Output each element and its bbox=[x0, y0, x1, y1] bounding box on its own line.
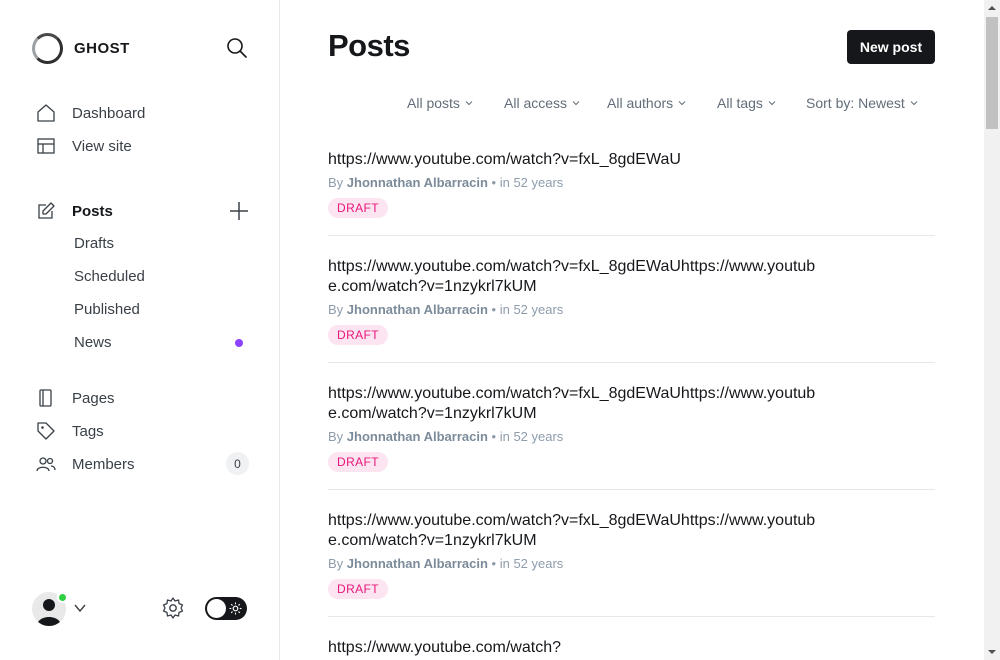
nav-dashboard[interactable]: Dashboard bbox=[36, 101, 145, 125]
toggle-knob bbox=[207, 599, 226, 618]
status-badge: DRAFT bbox=[328, 325, 388, 345]
post-meta: By Jhonnathan Albarracin • in 52 years bbox=[328, 430, 935, 444]
post-by: By bbox=[328, 429, 344, 444]
post-title[interactable]: https://www.youtube.com/watch?v=fxL_8gdE… bbox=[328, 150, 935, 170]
filter-sort[interactable]: Sort by: Newest bbox=[806, 95, 918, 111]
nav-posts[interactable]: Posts bbox=[36, 199, 113, 223]
post-author: Jhonnathan Albarracin bbox=[346, 175, 488, 190]
post-by: By bbox=[328, 175, 344, 190]
search-icon[interactable] bbox=[226, 37, 248, 59]
members-count-badge: 0 bbox=[226, 452, 249, 475]
brand[interactable]: GHOST bbox=[32, 32, 130, 64]
scrollbar[interactable] bbox=[984, 0, 1000, 660]
scroll-down-arrow-icon[interactable] bbox=[984, 644, 1000, 660]
gear-icon[interactable] bbox=[161, 596, 185, 620]
chevron-down-icon bbox=[678, 101, 686, 106]
post-title[interactable]: https://www.youtube.com/watch? bbox=[328, 638, 935, 658]
nav-pages[interactable]: Pages bbox=[36, 386, 115, 410]
main-content: Posts New post All posts All access All … bbox=[280, 0, 984, 660]
plus-icon[interactable] bbox=[228, 200, 250, 222]
filter-label: All posts bbox=[407, 95, 460, 111]
post-row[interactable]: https://www.youtube.com/watch?v=fxL_8gdE… bbox=[328, 150, 935, 236]
scrollbar-thumb[interactable] bbox=[986, 17, 998, 129]
nav-view-site-label: View site bbox=[72, 137, 132, 155]
chevron-down-icon bbox=[465, 101, 473, 106]
news-indicator-dot bbox=[235, 339, 243, 347]
chevron-down-icon bbox=[768, 101, 776, 106]
post-author: Jhonnathan Albarracin bbox=[346, 556, 488, 571]
filter-all-posts[interactable]: All posts bbox=[407, 95, 473, 111]
brand-name: GHOST bbox=[74, 39, 130, 57]
nav-members-label: Members bbox=[72, 455, 135, 473]
tag-icon bbox=[36, 421, 56, 441]
nav-news[interactable]: News bbox=[74, 332, 112, 354]
nav-tags-label: Tags bbox=[72, 422, 104, 440]
post-meta: By Jhonnathan Albarracin • in 52 years bbox=[328, 303, 935, 317]
post-by: By bbox=[328, 556, 344, 571]
post-row[interactable]: https://www.youtube.com/watch?v=fxL_8gdE… bbox=[328, 384, 935, 490]
post-time: in 52 years bbox=[499, 175, 564, 190]
page-title: Posts bbox=[328, 28, 410, 63]
nav-scheduled[interactable]: Scheduled bbox=[74, 266, 145, 288]
filter-label: All access bbox=[504, 95, 568, 111]
nav-dashboard-label: Dashboard bbox=[72, 104, 146, 122]
post-sep: • bbox=[491, 429, 497, 444]
filter-label: All tags bbox=[717, 95, 763, 111]
edit-icon bbox=[36, 201, 56, 221]
post-title[interactable]: https://www.youtube.com/watch?v=fxL_8gdE… bbox=[328, 511, 828, 551]
home-icon bbox=[36, 103, 56, 123]
page-icon bbox=[36, 388, 56, 408]
filter-label: All authors bbox=[607, 95, 674, 111]
filter-all-authors[interactable]: All authors bbox=[607, 95, 686, 111]
post-row[interactable]: https://www.youtube.com/watch?v=fxL_8gdE… bbox=[328, 511, 935, 617]
new-post-button[interactable]: New post bbox=[847, 30, 935, 64]
post-sep: • bbox=[491, 175, 497, 190]
nav-pages-label: Pages bbox=[72, 389, 115, 407]
chevron-down-icon[interactable] bbox=[73, 601, 87, 615]
filter-all-tags[interactable]: All tags bbox=[717, 95, 776, 111]
layout-icon bbox=[36, 136, 56, 156]
post-sep: • bbox=[491, 556, 497, 571]
post-meta: By Jhonnathan Albarracin • in 52 years bbox=[328, 557, 935, 571]
sidebar: GHOST Dashboard View site Posts Drafts S… bbox=[0, 0, 280, 660]
chevron-down-icon bbox=[910, 101, 918, 106]
filter-bar: All posts All access All authors All tag… bbox=[280, 95, 984, 115]
post-time: in 52 years bbox=[499, 429, 564, 444]
post-sep: • bbox=[491, 302, 497, 317]
post-time: in 52 years bbox=[499, 302, 564, 317]
post-by: By bbox=[328, 302, 344, 317]
post-row[interactable]: https://www.youtube.com/watch?v=fxL_8gdE… bbox=[328, 257, 935, 363]
theme-toggle[interactable] bbox=[205, 597, 247, 620]
nav-drafts[interactable]: Drafts bbox=[74, 233, 114, 255]
nav-members[interactable]: Members bbox=[36, 452, 135, 476]
nav-view-site[interactable]: View site bbox=[36, 134, 132, 158]
status-badge: DRAFT bbox=[328, 579, 388, 599]
post-author: Jhonnathan Albarracin bbox=[346, 429, 488, 444]
chevron-down-icon bbox=[572, 101, 580, 106]
post-title[interactable]: https://www.youtube.com/watch?v=fxL_8gdE… bbox=[328, 384, 828, 424]
filter-all-access[interactable]: All access bbox=[504, 95, 580, 111]
members-icon bbox=[36, 454, 56, 474]
post-time: in 52 years bbox=[499, 556, 564, 571]
sun-icon bbox=[229, 602, 242, 615]
post-author: Jhonnathan Albarracin bbox=[346, 302, 488, 317]
nav-published[interactable]: Published bbox=[74, 299, 140, 321]
online-status-dot bbox=[57, 592, 68, 603]
nav-posts-label: Posts bbox=[72, 202, 113, 220]
status-badge: DRAFT bbox=[328, 198, 388, 218]
scroll-up-arrow-icon[interactable] bbox=[984, 0, 1000, 16]
nav-tags[interactable]: Tags bbox=[36, 419, 104, 443]
filter-label: Sort by: Newest bbox=[806, 95, 905, 111]
post-meta: By Jhonnathan Albarracin • in 52 years bbox=[328, 176, 935, 190]
post-row[interactable]: https://www.youtube.com/watch? bbox=[328, 638, 935, 660]
post-title[interactable]: https://www.youtube.com/watch?v=fxL_8gdE… bbox=[328, 257, 828, 297]
ghost-logo-icon bbox=[32, 32, 63, 64]
status-badge: DRAFT bbox=[328, 452, 388, 472]
